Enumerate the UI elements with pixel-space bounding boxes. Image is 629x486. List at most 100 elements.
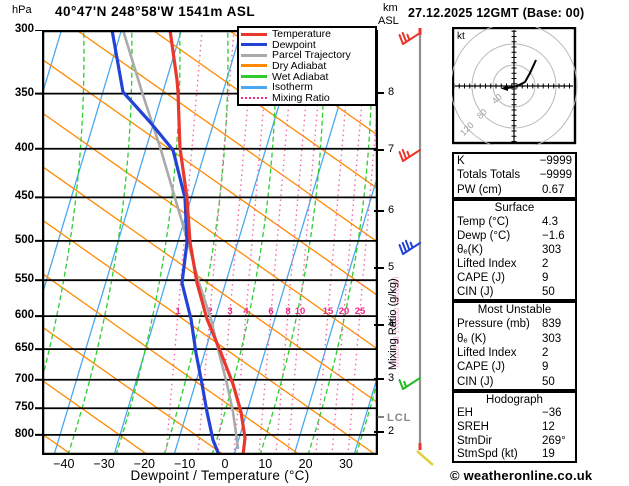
table-row-label: CIN (J) [457, 375, 494, 388]
table-row: θₑ (K) 303 [457, 333, 572, 345]
table-row: CIN (J) 50 [457, 286, 572, 298]
wind-barb [398, 377, 421, 390]
pressure-label: 550 [14, 273, 34, 286]
km-tick-label: 2 [388, 425, 395, 437]
wind-barb [398, 148, 421, 162]
legend-swatch [241, 43, 267, 47]
pressure-label: 350 [14, 86, 34, 99]
table-row: Temp (°C) 4.3 [457, 216, 572, 228]
table-row-label: SREH [457, 420, 489, 433]
legend-item: Wet Adiabat [241, 70, 373, 83]
mixing-ratio-value: 25 [355, 306, 366, 317]
table-row: θₑ(K) 303 [457, 244, 572, 256]
km-tick-label: 8 [388, 86, 395, 98]
table-row-value: 839 [542, 318, 562, 331]
surface-wind-marker [416, 450, 434, 466]
mixing-ratio-value: 4 [243, 306, 249, 317]
legend-item: Dewpoint [241, 40, 373, 50]
table-row-value: −9999 [539, 155, 572, 168]
credit: © weatheronline.co.uk [450, 468, 593, 483]
table-row-label: Temp (°C) [457, 216, 509, 228]
pressure-label: 450 [14, 190, 34, 203]
table-section-header: Most Unstable [477, 304, 552, 317]
table-row-value: 2 [542, 258, 549, 270]
table-row-value: 50 [542, 286, 555, 298]
table-row-value: 0.67 [542, 183, 565, 196]
hodograph-unit: kt [457, 31, 465, 42]
table-row: SREH 12 [457, 421, 572, 433]
skewt-app: 40°47'N 248°58'W 1541m ASL hPa km ASL 27… [0, 0, 629, 486]
table-row-label: CIN (J) [457, 286, 494, 298]
table-row-value: 4.3 [542, 216, 558, 228]
legend-swatch [241, 96, 267, 99]
table-row-value: 303 [542, 332, 562, 345]
table-section-header: Hodograph [486, 393, 543, 406]
legend-label: Dewpoint [272, 38, 316, 51]
table-row-label: Pressure (mb) [457, 318, 530, 331]
table-row-value: 50 [542, 375, 555, 388]
table-row-label: Lifted Index [457, 347, 517, 360]
table-row-value: 9 [542, 361, 549, 374]
legend-item: Parcel Trajectory [241, 49, 373, 62]
table-row-label: θₑ (K) [457, 332, 487, 345]
legend-swatch [241, 53, 267, 57]
mixing-ratio-value: 20 [339, 306, 350, 317]
table-row-label: Lifted Index [457, 258, 517, 270]
table-row-label: Dewp (°C) [457, 230, 511, 242]
table-row-label: StmDir [457, 434, 493, 447]
indices-table: Hodograph EH −36 SREH 12 StmDir 269° StmSpd (kt… [452, 391, 577, 463]
legend-item: Isotherm [241, 82, 373, 92]
table-row-value: −9999 [539, 169, 572, 182]
legend-label: Parcel Trajectory [272, 49, 351, 62]
run-datetime: 27.12.2025 12GMT (Base: 00) [408, 6, 585, 20]
km-tick-label: 7 [388, 143, 395, 155]
legend-item: Dry Adiabat [241, 61, 373, 71]
table-row: Pressure (mb) 839 [457, 318, 572, 330]
table-row-value: 9 [542, 272, 549, 284]
mixing-ratio-value: 8 [285, 306, 290, 317]
table-row-value: 2 [542, 347, 549, 360]
table-row: Lifted Index 2 [457, 258, 572, 270]
table-row-value: −1.6 [542, 230, 565, 242]
table-row-label: CAPE (J) [457, 272, 505, 284]
mixing-ratio-value: 6 [268, 306, 273, 317]
table-row: StmDir 269° [457, 435, 572, 447]
pressure-label: 300 [14, 23, 34, 35]
table-row-label: StmSpd (kt) [457, 448, 518, 461]
table-row: Totals Totals −9999 [457, 169, 572, 181]
mixing-ratio-value: 3 [227, 306, 232, 317]
legend-label: Wet Adiabat [272, 70, 329, 83]
legend-swatch [241, 75, 267, 79]
mixing-ratio-value: 15 [323, 306, 334, 317]
legend-swatch [241, 32, 267, 36]
table-row: PW (cm) 0.67 [457, 184, 572, 196]
table-row: K −9999 [457, 155, 572, 167]
table-row: CIN (J) 50 [457, 376, 572, 388]
table-row-label: CAPE (J) [457, 361, 505, 374]
sounding-title: 40°47'N 248°58'W 1541m ASL [55, 4, 256, 19]
table-row-value: 12 [542, 420, 555, 433]
table-row: CAPE (J) 9 [457, 361, 572, 373]
legend-item: Mixing Ratio [241, 92, 373, 103]
pressure-tick-marks [35, 30, 42, 436]
legend-label: Dry Adiabat [272, 59, 327, 72]
indices-table: K −9999 Totals Totals −9999 PW (cm) 0.67 [452, 152, 577, 199]
pressure-label: 600 [14, 309, 34, 322]
table-section-header: Surface [494, 202, 535, 214]
table-row-value: −36 [542, 407, 562, 420]
km-tick-label: 3 [388, 372, 395, 384]
wind-barb [398, 239, 421, 255]
legend: Temperature Dewpoint Parcel Trajectory Dry … [237, 26, 377, 106]
table-row: CAPE (J) 9 [457, 272, 572, 284]
table-row: Dewp (°C) −1.6 [457, 230, 572, 242]
legend-swatch [241, 85, 267, 89]
wind-barb-column [398, 28, 434, 466]
table-row: Lifted Index 2 [457, 347, 572, 359]
table-row: StmSpd (kt) 19 [457, 448, 572, 460]
legend-label: Isotherm [272, 81, 313, 94]
table-row-value: 19 [542, 448, 555, 461]
wind-barb [398, 31, 421, 45]
hodograph: 4080120kt [452, 27, 578, 145]
height-axis-unit-km: km [383, 2, 398, 14]
table-row-label: Totals Totals [457, 169, 521, 182]
